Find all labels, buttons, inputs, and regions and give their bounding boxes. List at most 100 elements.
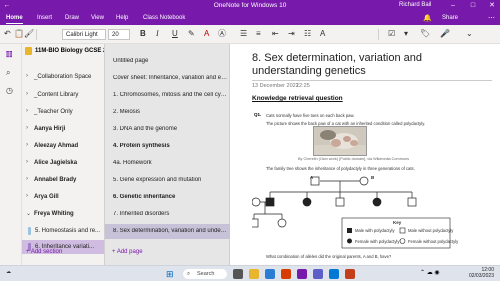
recent-icon[interactable]: ◷: [6, 86, 13, 95]
font-name-box[interactable]: Calibri Light: [62, 29, 106, 40]
page-item[interactable]: 2. Meiosis: [105, 105, 231, 120]
section-homeostasis[interactable]: 5. Homeostasis and re...: [22, 224, 104, 238]
page-item[interactable]: 7. Inherited disorders: [105, 207, 231, 222]
page-label: 6. Genetic inheritance: [113, 194, 176, 200]
page-item[interactable]: Cover sheet: Inheritance, variation and …: [105, 71, 231, 86]
knowledge-retrieval-heading[interactable]: Knowledge retrieval question: [252, 95, 343, 102]
tab-home[interactable]: Home: [6, 15, 23, 24]
numbering-icon[interactable]: ≡: [256, 28, 261, 40]
system-tray-icon[interactable]: ⌃ ☁ ◉: [420, 269, 440, 276]
notebook-header[interactable]: 11M-BIO Biology GCSE 2022 Notebook: [22, 44, 146, 58]
share-button[interactable]: Share: [442, 15, 458, 21]
clock-date: 02/03/2023: [468, 273, 494, 279]
page-label: 3. DNA and the genome: [113, 126, 178, 132]
teams-icon[interactable]: [313, 269, 323, 279]
ribbon-tabs: Home Insert Draw View Help Class Noteboo…: [0, 13, 500, 25]
clear-format-icon[interactable]: Ⓐ: [218, 28, 226, 40]
page-item[interactable]: Untitled page: [105, 54, 231, 69]
clock[interactable]: 12:00 02/03/2023: [464, 267, 494, 279]
minimize-icon[interactable]: –: [448, 1, 458, 11]
page-item[interactable]: 6. Genetic inheritance: [105, 190, 231, 205]
section-group-aanya[interactable]: › Aanya Hirji: [22, 122, 104, 136]
section-group-content-library[interactable]: › _Content Library: [22, 88, 104, 102]
tab-view[interactable]: View: [91, 15, 104, 21]
chevron-right-icon: ›: [26, 73, 28, 79]
section-label: 5. Homeostasis and re...: [35, 228, 101, 234]
add-section-label: Add section: [30, 249, 63, 255]
outlook-icon[interactable]: [329, 269, 339, 279]
dictate-icon[interactable]: 🎤: [440, 28, 450, 40]
page-item[interactable]: 5. Gene expression and mutation: [105, 173, 231, 188]
task-view-icon[interactable]: [233, 269, 243, 279]
onenote-icon[interactable]: [297, 269, 307, 279]
section-group-arya[interactable]: › Arya Gill: [22, 190, 104, 204]
add-page-label: Add page: [116, 249, 143, 255]
italic-icon[interactable]: I: [156, 28, 159, 40]
font-size-box[interactable]: 20: [108, 29, 130, 40]
close-icon[interactable]: ✕: [487, 1, 497, 11]
page-item[interactable]: 3. DNA and the genome: [105, 122, 231, 137]
section-group-alice[interactable]: › Alice Jagielska: [22, 156, 104, 170]
add-section-button[interactable]: + Add section: [26, 249, 62, 255]
more-options-icon[interactable]: ⋯: [488, 14, 495, 22]
styles-icon[interactable]: A: [320, 28, 325, 40]
undo-icon[interactable]: ↶: [4, 28, 11, 40]
section-group-collaboration[interactable]: › _Collaboration Space: [22, 70, 104, 84]
start-icon[interactable]: ⊞: [166, 269, 176, 279]
font-color-icon[interactable]: A: [204, 28, 209, 40]
taskbar-search[interactable]: ⌕ Search: [183, 269, 227, 279]
key-item-female-affected: Female with polydactyly: [355, 239, 400, 244]
maximize-icon[interactable]: □: [468, 1, 478, 11]
tab-help[interactable]: Help: [116, 15, 128, 21]
page-item-selected[interactable]: 8. Sex determination, variation and unde…: [105, 224, 231, 239]
section-group-teacher-only[interactable]: › _Teacher Only: [22, 105, 104, 119]
powerpoint-icon[interactable]: [345, 269, 355, 279]
highlight-icon[interactable]: ✎: [188, 28, 195, 40]
paste-icon[interactable]: 📋: [14, 28, 24, 40]
notebooks-icon[interactable]: 𝕀𝕀: [6, 50, 12, 59]
tag-icon[interactable]: 🏷: [420, 28, 430, 40]
left-rail: 𝕀𝕀 ⌕ ◷: [0, 44, 22, 265]
section-group-aleezay[interactable]: › Aleezay Ahmad: [22, 139, 104, 153]
male-unaffected-symbol: [252, 218, 259, 228]
search-icon[interactable]: ⌕: [6, 68, 10, 78]
page-label: 5. Gene expression and mutation: [113, 177, 202, 183]
dropdown-icon[interactable]: ▾: [404, 28, 408, 40]
key-male-affected-icon: [347, 228, 352, 233]
page-item[interactable]: 4a. Homework: [105, 156, 231, 171]
section-group-freya[interactable]: ⌄ Freya Whiting: [22, 207, 104, 221]
page-item[interactable]: 1. Chromosomes, mitosis and the cell cyc…: [105, 88, 231, 103]
todo-tag-icon[interactable]: ☑: [388, 28, 395, 40]
page-item[interactable]: 4. Protein synthesis: [105, 139, 231, 154]
expand-ribbon-icon[interactable]: ⌄: [466, 28, 473, 40]
edge-icon[interactable]: [265, 269, 275, 279]
bullets-icon[interactable]: ☰: [240, 28, 247, 40]
format-painter-icon[interactable]: 🖌: [24, 28, 34, 40]
section-label: Arya Gill: [34, 194, 59, 200]
section-group-annabel[interactable]: › Annabel Brady: [22, 173, 104, 187]
user-name[interactable]: Richard Bail: [399, 2, 431, 8]
weather-icon[interactable]: ☁: [6, 269, 11, 275]
title-bar: ← OneNote for Windows 10 Richard Bail – …: [0, 0, 500, 13]
family-tree-description: The family tree shows the inheritance of…: [266, 166, 415, 171]
female-affected-symbol: [372, 197, 382, 207]
section-label: _Content Library: [34, 92, 79, 98]
section-label: _Teacher Only: [34, 109, 73, 115]
tab-insert[interactable]: Insert: [37, 15, 52, 21]
page-canvas[interactable]: 8. Sex determination, variation and unde…: [230, 44, 500, 265]
outdent-icon[interactable]: ⇤: [272, 28, 279, 40]
align-icon[interactable]: ☷: [304, 28, 311, 40]
office-icon[interactable]: [281, 269, 291, 279]
chevron-right-icon: ›: [26, 193, 28, 199]
notifications-icon[interactable]: 🔔: [423, 14, 432, 22]
underline-icon[interactable]: U: [172, 28, 178, 40]
file-explorer-icon[interactable]: [249, 269, 259, 279]
tab-class-notebook[interactable]: Class Notebook: [143, 15, 185, 21]
tab-draw[interactable]: Draw: [65, 15, 79, 21]
bold-icon[interactable]: B: [140, 28, 146, 40]
page-title[interactable]: 8. Sex determination, variation and unde…: [252, 52, 492, 77]
section-color-bar: [28, 227, 31, 235]
add-page-button[interactable]: + Add page: [112, 249, 143, 255]
key-title: Key: [393, 220, 402, 225]
indent-icon[interactable]: ⇥: [288, 28, 295, 40]
